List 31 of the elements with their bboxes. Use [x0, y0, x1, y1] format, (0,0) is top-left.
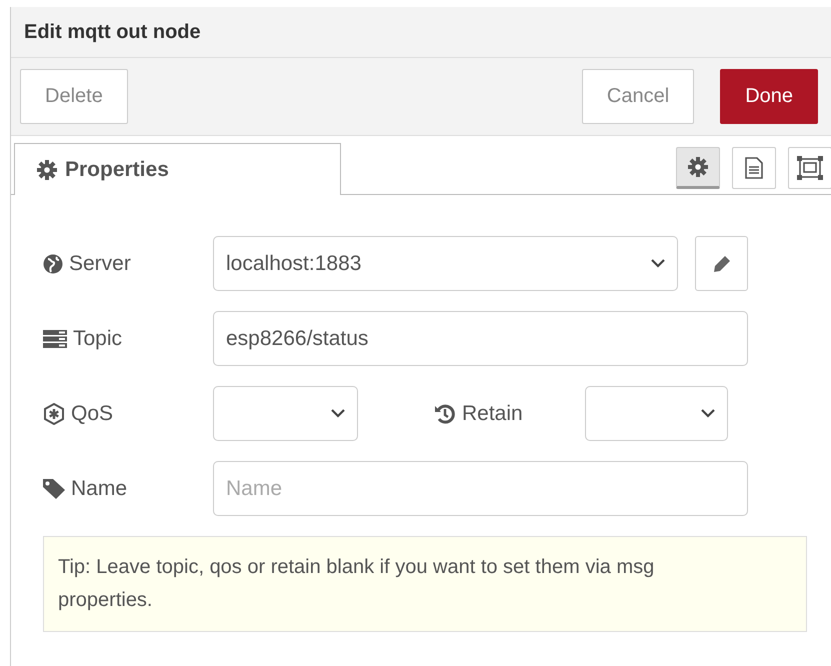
field-label: Retain [434, 402, 523, 426]
done-button[interactable]: Done [720, 69, 818, 124]
field-label: QoS [43, 402, 213, 426]
toolbar-button[interactable]: Delete [20, 69, 128, 124]
asterisk-icon [43, 402, 65, 424]
server-icon [43, 330, 67, 348]
tab-icon-button[interactable] [676, 147, 720, 189]
tab-icon-button[interactable] [732, 147, 776, 189]
history-icon [434, 402, 456, 424]
tag-icon [43, 478, 65, 498]
frame-icon [797, 156, 823, 180]
field-label: Server [43, 252, 213, 276]
dialog-title: Edit mqtt out node [24, 20, 201, 44]
globe-icon [43, 254, 63, 274]
text-field[interactable]: Name [213, 461, 748, 516]
field-label: Name [43, 476, 213, 500]
field-label: Topic [43, 326, 213, 350]
caret-icon [700, 409, 715, 418]
edit-button[interactable] [695, 236, 748, 291]
dropdown[interactable]: localhost:1883 [213, 236, 678, 291]
toolbar-button[interactable]: Cancel [582, 69, 694, 124]
document-icon [745, 157, 763, 179]
pencil-icon [712, 254, 730, 272]
caret-icon [331, 409, 345, 418]
tip-text: Tip: Leave topic, qos or retain blank if you want to set them via msg properties. [43, 536, 807, 632]
caret-icon [651, 259, 665, 268]
tab-icon-button[interactable] [788, 147, 831, 189]
settings-icon [37, 160, 57, 180]
settings-icon [688, 157, 708, 177]
text-field[interactable]: esp8266/status [213, 311, 748, 366]
properties-tab[interactable]: Properties [14, 143, 341, 195]
